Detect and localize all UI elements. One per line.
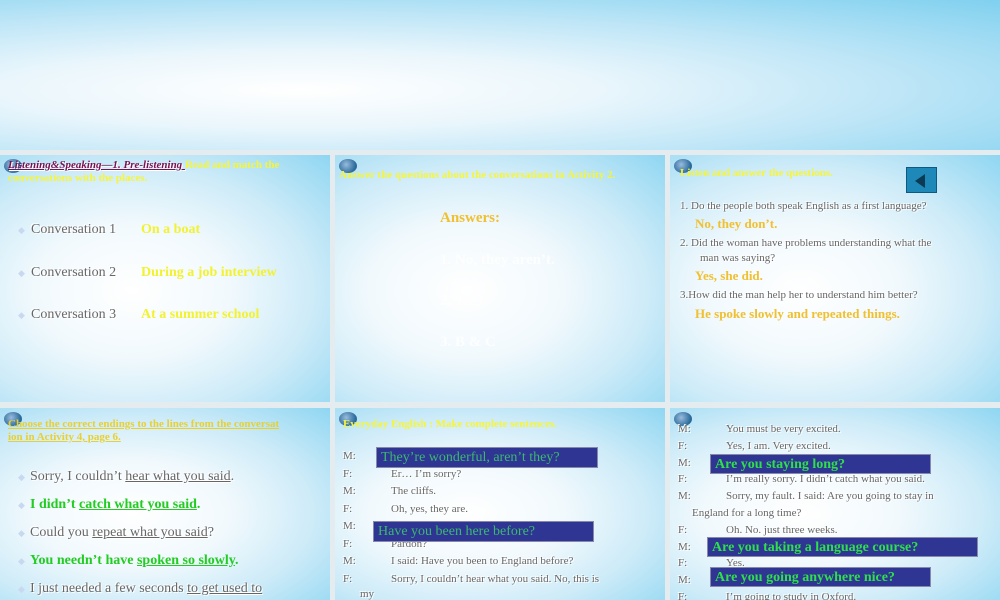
bullet-icon: ◆ — [18, 556, 25, 566]
speaker-label: F: — [343, 572, 353, 585]
bullet-icon: ◆ — [18, 500, 25, 510]
speaker-label: M: — [343, 555, 356, 567]
slide-thumbnail-3[interactable]: Listen and answer the questions. 1. Do t… — [670, 155, 1000, 402]
dialogue-line: The cliffs. — [391, 485, 437, 497]
sentence: I just needed a few seconds to get used … — [30, 581, 263, 596]
sentence: Could you repeat what you said? — [30, 525, 214, 540]
dialogue-line: Sorry, I couldn’t hear what you said. No… — [391, 572, 600, 585]
speaker-label: M: — [343, 450, 356, 462]
answer-item: 1. No, they aren’t. — [440, 252, 555, 268]
conversation-label: Conversation 1 — [31, 222, 117, 237]
question: 1. Do the people both speak English as a… — [680, 200, 927, 212]
answer: Yes, she did. — [695, 268, 763, 283]
answer-box: Are you taking a language course? — [707, 537, 978, 557]
answer: He spoke slowly and repeated things. — [695, 306, 900, 321]
slide-title: Choose the correct endings to the lines … — [8, 418, 280, 430]
dialogue-line: You must be very excited. — [726, 423, 841, 435]
dialogue-line: Oh. No. just three weeks. — [726, 523, 838, 536]
answer-box: Have you been here before? — [373, 521, 594, 542]
slide-title: Listen and answer the questions. — [680, 167, 833, 179]
speaker-label: F: — [678, 473, 688, 486]
speaker-label: M: — [678, 456, 691, 469]
bullet-icon: ◆ — [18, 584, 25, 594]
speaker-label: M: — [678, 574, 691, 587]
speaker-label: M: — [678, 423, 691, 435]
sentence-answer: I didn’t catch what you said. — [30, 497, 201, 512]
slide-thumbnail-2[interactable]: Answer the questions about the conversat… — [335, 155, 665, 402]
dialogue-line: England for a long time? — [692, 507, 802, 519]
slide-title: Everyday English : Make complete sentenc… — [343, 418, 557, 430]
dialogue-line: I said: Have you been to England before? — [391, 555, 574, 567]
answers-heading: Answers: — [440, 210, 500, 226]
slide-thumbnail-1[interactable]: Listening&Speaking—1. Pre-listening Read… — [0, 155, 330, 402]
conversation-answer: On a boat — [141, 222, 201, 237]
answer: No, they don’t. — [695, 216, 778, 231]
sentence-answer: You needn’t have spoken so slowly. — [30, 553, 239, 568]
speaker-label: F: — [678, 591, 688, 600]
dialogue-line: I’m really sorry. I didn’t catch what yo… — [726, 473, 925, 486]
answer-box: Are you going anywhere nice? — [710, 567, 931, 587]
bullet-icon: ◆ — [18, 310, 25, 320]
slide-title: Answer the questions about the conversat… — [339, 169, 616, 181]
bullet-icon: ◆ — [18, 472, 25, 482]
slide-thumbnail-6[interactable]: M: You must be very excited. F: Yes, I am. … — [670, 408, 1000, 600]
question: 3.How did the man help her to understand… — [680, 289, 918, 301]
previous-slide-thumbnail[interactable] — [0, 0, 1000, 150]
slide-thumbnail-5[interactable]: Everyday English : Make complete sentenc… — [335, 408, 665, 600]
bullet-icon: ◆ — [18, 528, 25, 538]
speaker-label: F: — [678, 557, 688, 570]
speaker-label: M: — [343, 520, 356, 532]
speaker-label: M: — [678, 490, 691, 503]
speaker-label: F: — [678, 439, 688, 452]
speaker-label: F: — [343, 537, 353, 550]
dialogue-line: I’m going to study in Oxford. — [726, 591, 857, 600]
sentence: Sorry, I couldn’t hear what you said. — [30, 469, 235, 484]
speaker-label: F: — [343, 467, 353, 480]
conversation-answer: During a job interview — [141, 265, 277, 280]
speaker-label: M: — [678, 540, 691, 553]
answer-box: They’re wonderful, aren’t they? — [376, 447, 598, 468]
dialogue-line: Sorry, my fault. I said: Are you going t… — [726, 490, 934, 503]
slide-title: Listening&Speaking—1. Pre-listening Read… — [8, 159, 280, 184]
dialogue-line: Yes, I am. Very excited. — [726, 439, 831, 452]
conversation-label: Conversation 2 — [31, 265, 117, 280]
title-link[interactable]: Listening&Speaking—1. Pre-listening — [8, 159, 185, 171]
dialogue-wrap: my — [360, 588, 375, 600]
dialogue-line: Er… I’m sorry? — [391, 467, 462, 480]
speaker-label: M: — [343, 485, 356, 497]
answer-item: 3. B & C — [440, 334, 496, 350]
answer-item: 2. 1&3 — [440, 293, 483, 309]
speaker-button[interactable] — [906, 167, 937, 193]
question: 2. Did the woman have problems understan… — [680, 237, 932, 249]
conversation-label: Conversation 3 — [31, 307, 117, 322]
speaker-label: F: — [343, 502, 353, 515]
slide-thumbnail-4[interactable]: Choose the correct endings to the lines … — [0, 408, 330, 600]
answer-box: Are you staying long? — [710, 454, 931, 474]
question-continued: man was saying? — [700, 252, 776, 264]
bullet-icon: ◆ — [18, 268, 25, 278]
conversation-answer: At a summer school — [141, 307, 260, 322]
speaker-icon — [915, 174, 925, 188]
bullet-icon: ◆ — [18, 225, 25, 235]
speaker-label: F: — [678, 523, 688, 536]
dialogue-line: Oh, yes, they are. — [391, 502, 468, 515]
slide-title-continued: ion in Activity 4, page 6. — [8, 431, 121, 443]
